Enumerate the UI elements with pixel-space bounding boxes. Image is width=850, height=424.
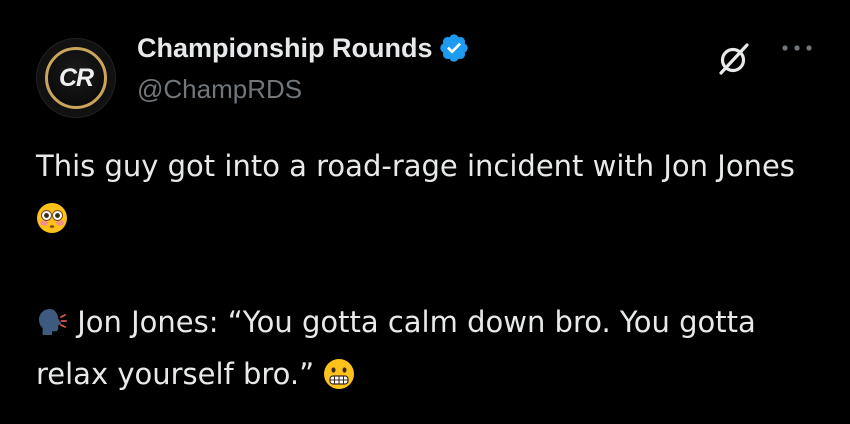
tweet-line-1-text: This guy got into a road-rage incident w…: [36, 149, 795, 183]
author-display-name[interactable]: Championship Rounds: [137, 33, 432, 64]
tweet-text: This guy got into a road-rage incident w…: [36, 140, 816, 400]
avatar[interactable]: CR: [36, 38, 116, 118]
speaking-head-emoji: [39, 309, 67, 335]
author-handle[interactable]: @ChampRDS: [137, 74, 302, 105]
tweet-line-2-text: Jon Jones: “You gotta calm down bro. You…: [36, 305, 756, 391]
grimacing-face-emoji: [324, 359, 355, 389]
tweet-paragraph-1: This guy got into a road-rage incident w…: [36, 140, 816, 244]
flushed-face-emoji: [37, 203, 67, 233]
tweet-paragraph-2: Jon Jones: “You gotta calm down bro. You…: [36, 296, 816, 400]
author-name-row: Championship Rounds: [137, 30, 470, 66]
avatar-ring: CR: [45, 47, 107, 109]
more-options-icon[interactable]: [780, 43, 814, 53]
verified-badge-icon[interactable]: [438, 32, 470, 64]
avatar-logo-text: CR: [58, 63, 94, 92]
grok-icon[interactable]: [716, 41, 752, 77]
tweet-card[interactable]: CR Championship Rounds @ChampRDS This gu…: [0, 0, 850, 424]
